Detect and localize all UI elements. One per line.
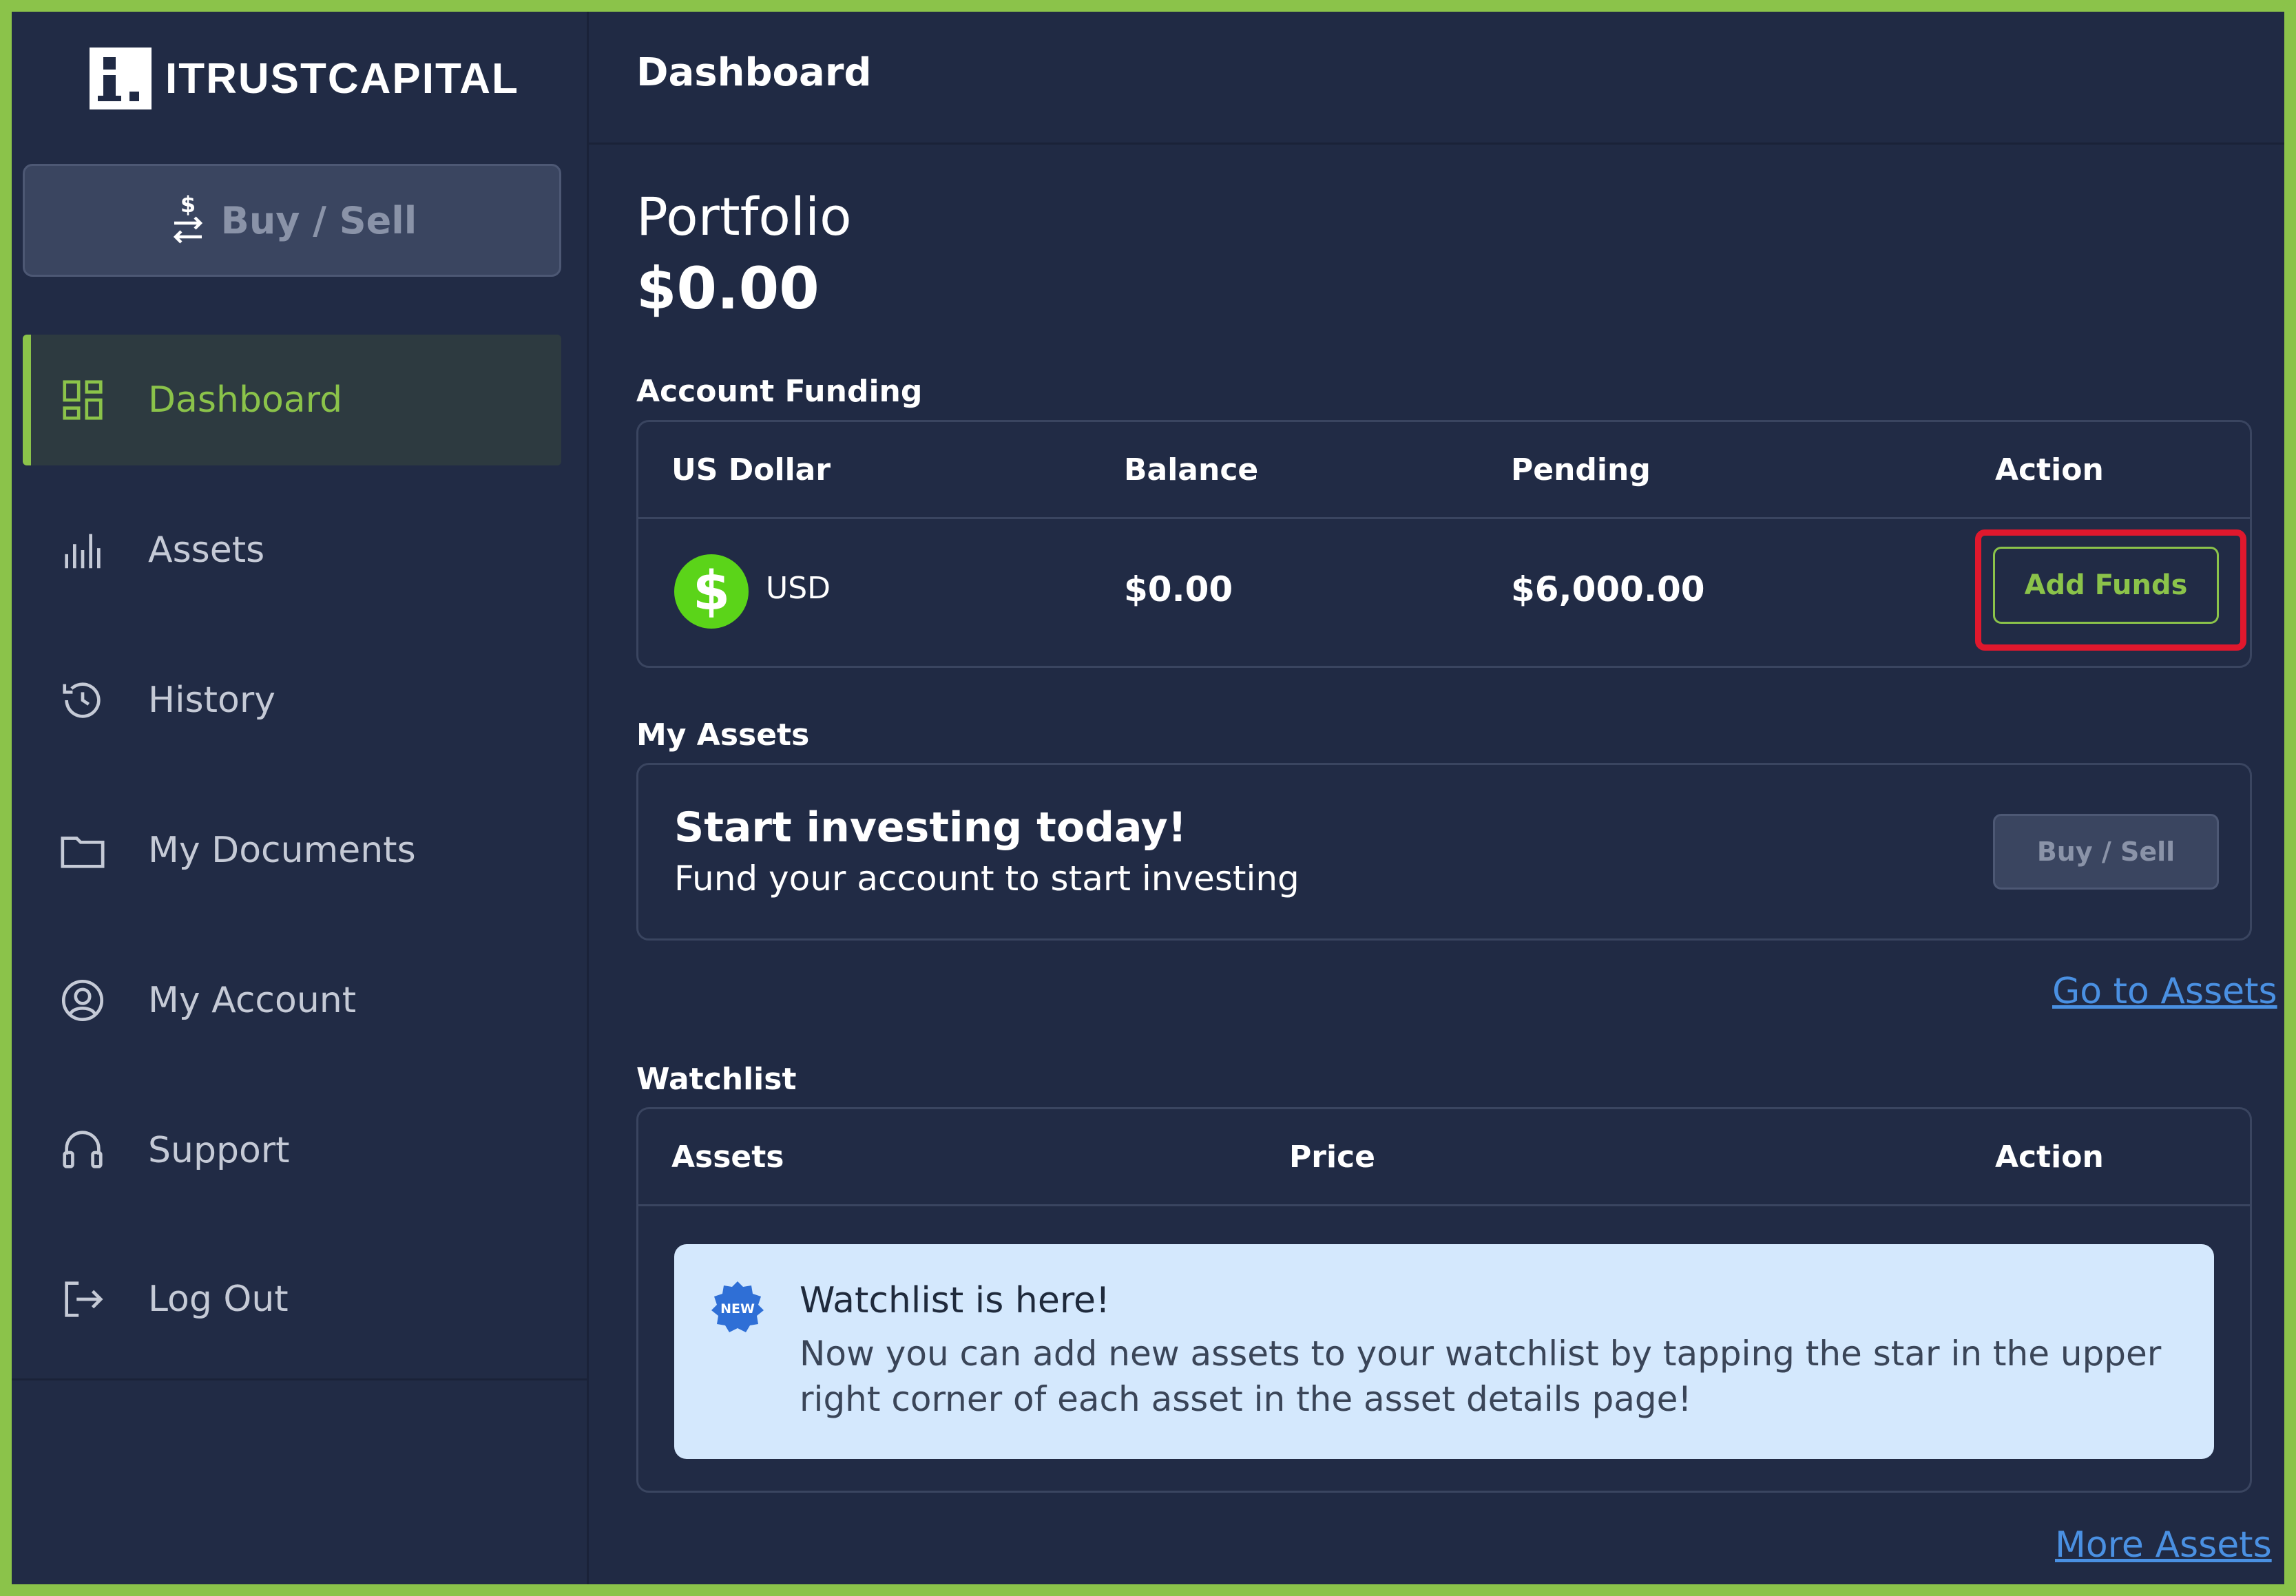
notice-title: Watchlist is here! (800, 1280, 1110, 1321)
pending-value: $6,000.00 (1511, 569, 1705, 609)
bar-chart-icon (65, 534, 101, 569)
watchlist-table: Assets Price Action NEW Watchlist is her… (636, 1107, 2252, 1493)
sidebar-item-label: Assets (148, 529, 265, 571)
sidebar-item-history[interactable]: History (23, 635, 561, 766)
dashboard-icon (63, 380, 103, 420)
logout-icon (65, 1281, 103, 1317)
balance-value: $0.00 (1124, 569, 1233, 609)
logo[interactable]: ITRUSTCAPITAL (90, 46, 519, 111)
table-header-row: Assets Price Action (638, 1109, 2250, 1206)
account-funding-table: US Dollar Balance Pending Action $ USD $… (636, 420, 2252, 668)
folder-icon (61, 837, 105, 868)
start-investing-subtext: Fund your account to start investing (674, 859, 1300, 899)
sidebar-item-log-out[interactable]: Log Out (23, 1234, 561, 1365)
sidebar-item-label: History (148, 680, 275, 721)
portfolio-label: Portfolio (636, 186, 852, 247)
sidebar-item-support[interactable]: Support (23, 1085, 561, 1216)
sidebar-item-dashboard[interactable]: Dashboard (23, 335, 561, 465)
column-header-assets: Assets (671, 1140, 784, 1175)
page-title: Dashboard (636, 50, 872, 95)
app-window: ITRUSTCAPITAL $ Buy / Sell Dashboard Ass… (12, 12, 2284, 1584)
buy-sell-button[interactable]: Buy / Sell (1993, 814, 2219, 890)
column-header-us-dollar: US Dollar (671, 452, 831, 487)
sidebar-item-assets[interactable]: Assets (23, 485, 561, 616)
column-header-action: Action (1995, 1140, 2104, 1175)
top-header: Dashboard (587, 12, 2284, 145)
my-assets-card: Start investing today! Fund your account… (636, 763, 2252, 941)
sidebar-item-label: My Account (148, 980, 357, 1021)
watchlist-title: Watchlist (636, 1062, 797, 1097)
portfolio-value: $0.00 (636, 255, 820, 322)
sidebar-buy-sell-label: Buy / Sell (220, 198, 417, 242)
go-to-assets-link[interactable]: Go to Assets (2052, 971, 2277, 1012)
sidebar-item-my-documents[interactable]: My Documents (23, 785, 561, 916)
sidebar-item-label: Support (148, 1130, 290, 1171)
sidebar-item-label: Dashboard (148, 379, 343, 421)
start-investing-headline: Start investing today! (674, 804, 1187, 852)
headset-icon (63, 1131, 103, 1168)
sidebar-item-my-account[interactable]: My Account (23, 935, 561, 1066)
main-content: Portfolio $0.00 Account Funding US Dolla… (587, 145, 2284, 1584)
column-header-action: Action (1995, 452, 2104, 487)
notice-body: Now you can add new assets to your watch… (800, 1334, 2162, 1419)
column-header-balance: Balance (1124, 452, 1259, 487)
more-assets-link[interactable]: More Assets (2055, 1524, 2272, 1566)
column-header-price: Price (1289, 1140, 1375, 1175)
sidebar-divider (12, 1378, 587, 1380)
add-funds-button[interactable]: Add Funds (1993, 547, 2219, 624)
sidebar-buy-sell-button[interactable]: $ Buy / Sell (23, 164, 561, 277)
svg-text:NEW: NEW (720, 1301, 755, 1316)
new-badge-icon: NEW (711, 1281, 764, 1332)
account-funding-title: Account Funding (636, 374, 923, 409)
column-header-pending: Pending (1511, 452, 1651, 487)
svg-text:$: $ (180, 193, 196, 218)
exchange-dollar-icon: $ (173, 193, 202, 244)
my-assets-title: My Assets (636, 717, 810, 753)
logo-mark-icon (90, 48, 152, 109)
user-circle-icon (61, 979, 104, 1022)
sidebar-item-label: Log Out (148, 1279, 289, 1320)
watchlist-notice: NEW Watchlist is here! Now you can add n… (674, 1244, 2214, 1459)
usd-coin-icon: $ (674, 554, 749, 629)
history-icon (63, 682, 101, 718)
currency-code: USD (766, 571, 831, 606)
logo-text: ITRUSTCAPITAL (165, 54, 519, 103)
table-header-row: US Dollar Balance Pending Action (638, 422, 2250, 519)
sidebar: ITRUSTCAPITAL $ Buy / Sell Dashboard Ass… (12, 12, 589, 1584)
sidebar-item-label: My Documents (148, 830, 416, 871)
